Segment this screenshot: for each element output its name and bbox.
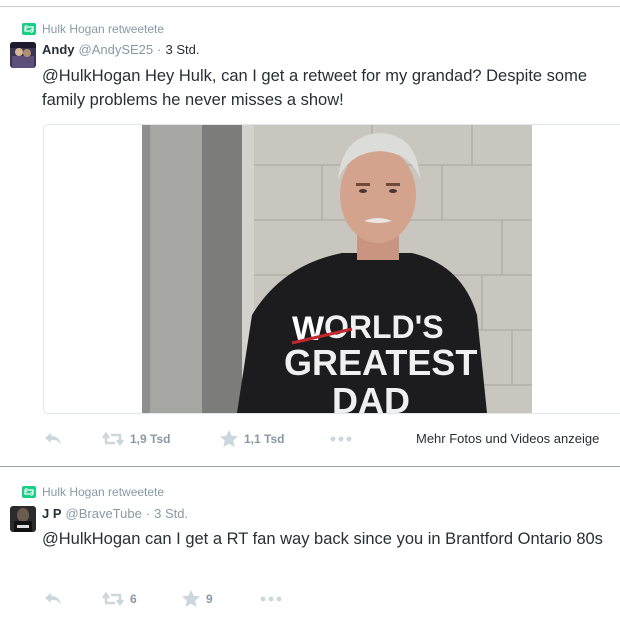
- tweet-header: J P @BraveTube · 3 Std.: [42, 506, 188, 521]
- retweet-count: 6: [130, 591, 137, 606]
- more-media-link[interactable]: Mehr Fotos und Videos anzeige: [416, 431, 599, 446]
- user-handle[interactable]: @AndySE25: [79, 42, 154, 57]
- favorite-button[interactable]: 1,1 Tsd: [220, 430, 330, 447]
- retweet-badge-icon: [22, 23, 36, 35]
- more-button[interactable]: [330, 436, 352, 442]
- retweet-icon: [102, 591, 124, 606]
- tweet-photo[interactable]: W ORLD'S GREATEST DAD: [142, 125, 532, 413]
- retweet-count: 1,9 Tsd: [130, 431, 171, 446]
- avatar[interactable]: [10, 42, 36, 68]
- reply-button[interactable]: [44, 432, 102, 446]
- retweet-button[interactable]: 6: [102, 591, 182, 606]
- timestamp[interactable]: 3 Std.: [154, 506, 188, 521]
- favorite-button[interactable]: 9: [182, 590, 260, 607]
- reply-button[interactable]: [44, 592, 102, 606]
- separator: ·: [157, 42, 162, 57]
- retweet-context: Hulk Hogan retweetete: [22, 22, 164, 36]
- tweet-actions: 1,9 Tsd 1,1 Tsd: [44, 430, 352, 447]
- tweet-header: Andy @AndySE25 · 3 Std.: [42, 42, 199, 57]
- favorite-count: 1,1 Tsd: [244, 431, 285, 446]
- more-icon: [330, 436, 352, 441]
- retweet-icon: [102, 431, 124, 446]
- retweet-context-label: Hulk Hogan retweetete: [42, 22, 165, 36]
- tweet[interactable]: Hulk Hogan retweetete Andy @AndySE25 · 3…: [0, 0, 620, 466]
- tweet[interactable]: Hulk Hogan retweetete J P @BraveTube · 3…: [0, 466, 620, 620]
- media-container[interactable]: W ORLD'S GREATEST DAD: [43, 124, 620, 414]
- separator: ·: [145, 506, 151, 521]
- more-button[interactable]: [260, 596, 282, 602]
- shirt-text-2: GREATEST: [284, 342, 477, 383]
- retweet-context-label: Hulk Hogan retweetete: [42, 485, 165, 499]
- retweet-badge-icon: [22, 486, 36, 498]
- tweet-text: @HulkHogan can I get a RT fan way back s…: [42, 530, 603, 548]
- star-icon: [220, 430, 238, 447]
- more-icon: [260, 596, 282, 601]
- reply-icon: [45, 432, 61, 444]
- shirt-text-1: ORLD'S: [324, 309, 444, 345]
- user-handle[interactable]: @BraveTube: [66, 506, 142, 521]
- retweet-button[interactable]: 1,9 Tsd: [102, 431, 220, 446]
- tweet-text: @HulkHogan Hey Hulk, can I get a retweet…: [42, 67, 588, 109]
- reply-icon: [45, 592, 61, 604]
- tweet-actions: 6 9: [44, 590, 282, 607]
- favorite-count: 9: [206, 591, 213, 606]
- timestamp[interactable]: 3 Std.: [165, 42, 199, 57]
- user-name[interactable]: J P: [42, 506, 62, 521]
- shirt-text-3: DAD: [332, 380, 410, 413]
- avatar[interactable]: [10, 506, 36, 532]
- star-icon: [182, 590, 200, 607]
- retweet-context: Hulk Hogan retweetete: [22, 485, 164, 499]
- user-name[interactable]: Andy: [42, 42, 75, 57]
